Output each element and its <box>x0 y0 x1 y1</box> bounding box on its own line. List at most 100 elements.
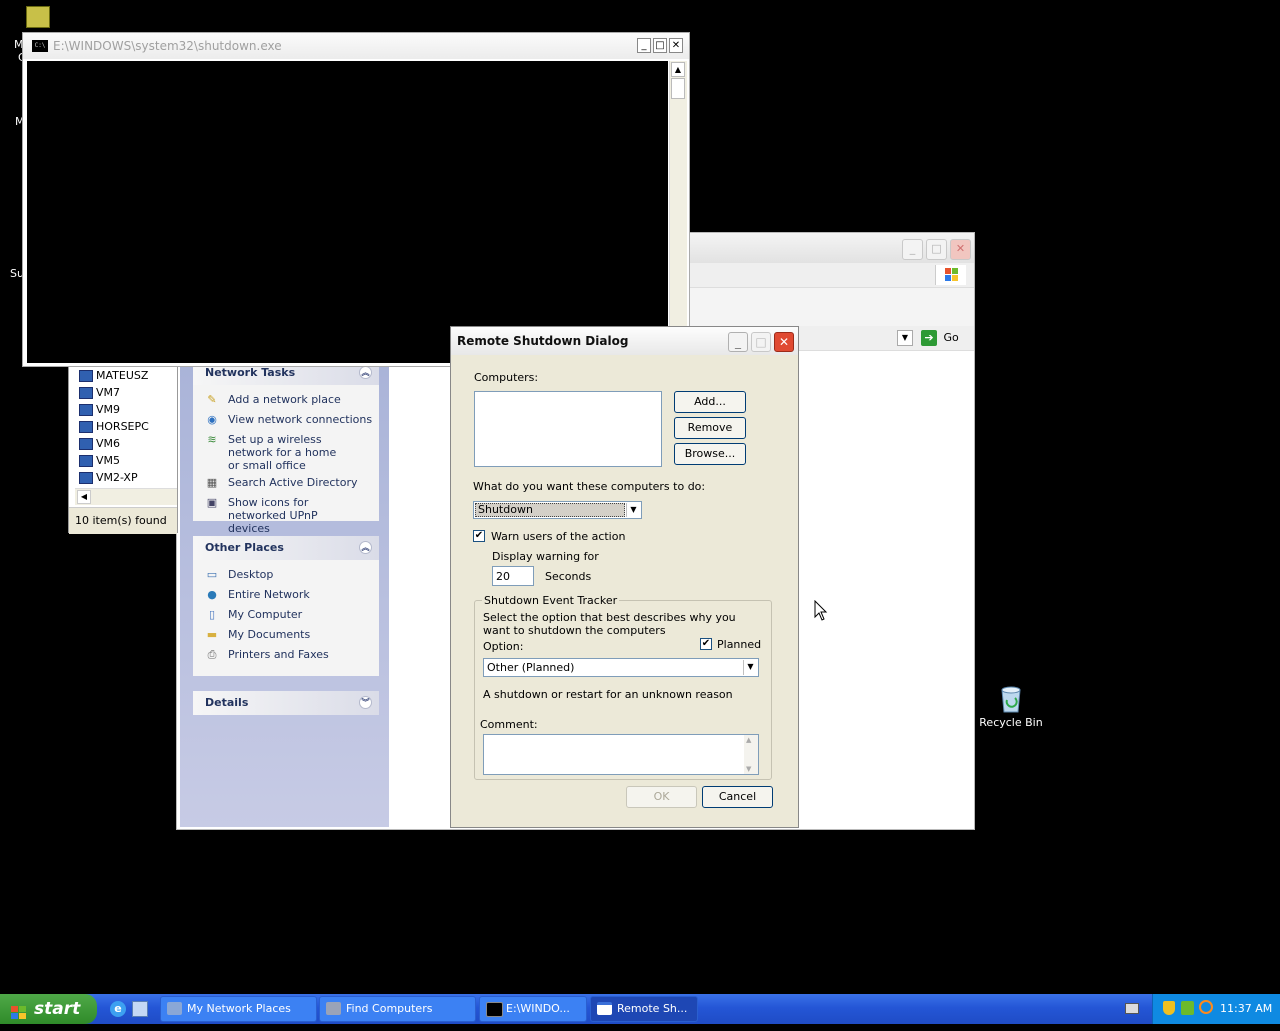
maximize-button[interactable]: □ <box>751 332 771 352</box>
details-header[interactable]: Details ︾ <box>193 691 379 715</box>
computer-icon <box>79 455 93 467</box>
scroll-down-icon[interactable]: ▼ <box>746 765 751 773</box>
cancel-button[interactable]: Cancel <box>702 786 773 808</box>
minimize-button[interactable]: _ <box>902 239 923 260</box>
find-computers-window[interactable]: MATEUSZ VM7 VM9 HORSEPC VM6 VM5 VM2-XP ◀… <box>68 360 178 534</box>
list-item[interactable]: VM6 <box>79 436 120 452</box>
computers-list[interactable] <box>474 391 662 467</box>
planned-checkbox[interactable]: ✔ <box>700 638 712 650</box>
go-label: Go <box>943 331 959 344</box>
recycle-bin[interactable]: Recycle Bin <box>976 684 1046 729</box>
windows-logo-icon <box>935 265 966 285</box>
clock: 11:37 AM <box>1220 1002 1273 1015</box>
address-dropdown-icon[interactable]: ▼ <box>897 330 913 346</box>
console-icon <box>486 1002 503 1017</box>
maximize-button[interactable]: □ <box>653 38 667 53</box>
task-show-upnp-icons[interactable]: ▣ Show icons for networked UPnP devices <box>193 496 358 535</box>
seconds-input[interactable]: 20 <box>492 566 534 586</box>
place-desktop[interactable]: ▭ Desktop <box>193 568 379 581</box>
comment-scrollbar[interactable]: ▲ ▼ <box>744 735 758 774</box>
expand-chevron-icon[interactable]: ︾ <box>359 696 372 709</box>
search-tray-icon[interactable] <box>1199 1000 1213 1014</box>
list-item[interactable]: MATEUSZ <box>79 368 148 384</box>
browse-button[interactable]: Browse... <box>674 443 746 465</box>
console-window[interactable]: C:\ E:\WINDOWS\system32\shutdown.exe _ □… <box>22 32 690 367</box>
remove-button[interactable]: Remove <box>674 417 746 439</box>
recycle-bin-icon <box>998 684 1024 714</box>
remote-shutdown-dialog[interactable]: Remote Shutdown Dialog _ □ ✕ Computers: … <box>450 326 799 828</box>
close-button[interactable]: ✕ <box>669 38 683 53</box>
taskbar-item-network-places[interactable]: My Network Places <box>160 996 317 1022</box>
comment-textarea[interactable]: ▲ ▼ <box>483 734 759 775</box>
maximize-button[interactable]: □ <box>926 239 947 260</box>
my-computer-icon: ▯ <box>208 608 216 621</box>
dropdown-arrow-icon[interactable]: ▼ <box>626 503 640 517</box>
start-button[interactable]: start <box>0 994 97 1024</box>
details-title: Details <box>205 696 249 709</box>
place-entire-network[interactable]: ● Entire Network <box>193 588 379 601</box>
horizontal-scrollbar[interactable]: ◀ <box>75 488 177 505</box>
place-printers-faxes[interactable]: ⎙ Printers and Faxes <box>193 648 379 661</box>
console-output[interactable] <box>27 61 668 363</box>
go-button[interactable]: ➔ Go <box>921 329 959 347</box>
task-setup-wireless[interactable]: ≋ Set up a wireless network for a home or… <box>193 433 348 472</box>
taskbar-item-console[interactable]: E:\WINDO... <box>479 996 587 1022</box>
list-item[interactable]: VM5 <box>79 453 120 469</box>
console-titlebar[interactable]: C:\ E:\WINDOWS\system32\shutdown.exe _ □… <box>23 33 689 59</box>
dropdown-arrow-icon[interactable]: ▼ <box>743 660 757 675</box>
close-button[interactable]: ✕ <box>774 332 794 352</box>
place-my-computer[interactable]: ▯ My Computer <box>193 608 379 621</box>
add-button[interactable]: Add... <box>674 391 746 413</box>
dialog-titlebar[interactable]: Remote Shutdown Dialog _ □ ✕ <box>451 327 798 355</box>
console-title: E:\WINDOWS\system32\shutdown.exe <box>53 39 282 53</box>
scroll-up-icon[interactable]: ▲ <box>671 62 685 77</box>
details-panel: Details ︾ <box>193 691 379 715</box>
network-tasks-title: Network Tasks <box>205 366 296 379</box>
scroll-left-icon[interactable]: ◀ <box>77 490 91 504</box>
option-select[interactable]: Other (Planned) ▼ <box>483 658 759 677</box>
vertical-scrollbar[interactable]: ▲ <box>669 61 687 363</box>
dialog-title: Remote Shutdown Dialog <box>457 334 629 348</box>
task-view-network-connections[interactable]: ◉ View network connections <box>193 413 379 426</box>
computer-icon <box>79 370 93 382</box>
collapse-chevron-icon[interactable]: ︽ <box>359 541 372 554</box>
list-item[interactable]: HORSEPC <box>79 419 149 435</box>
close-button[interactable]: ✕ <box>950 239 971 260</box>
option-label: Option: <box>483 640 524 653</box>
shutdown-event-tracker-group: Shutdown Event Tracker Select the option… <box>474 594 772 780</box>
network-tray-icon[interactable] <box>1181 1001 1194 1015</box>
taskbar-item-remote-shutdown[interactable]: Remote Sh... <box>590 996 698 1022</box>
list-item[interactable]: VM7 <box>79 385 120 401</box>
action-question-label: What do you want these computers to do: <box>473 480 706 493</box>
console-icon[interactable]: C:\ <box>32 40 48 52</box>
desktop-shortcut-icon[interactable] <box>26 6 50 28</box>
task-search-active-directory[interactable]: ▦ Search Active Directory <box>193 476 379 489</box>
windows-flag-icon <box>10 1001 28 1019</box>
collapse-chevron-icon[interactable]: ︽ <box>359 366 372 379</box>
wireless-network-icon: ≋ <box>207 433 217 446</box>
action-select[interactable]: Shutdown ▼ <box>473 501 642 519</box>
minimize-button[interactable]: _ <box>637 38 651 53</box>
action-select-value: Shutdown <box>475 503 625 517</box>
task-add-network-place[interactable]: ✎ Add a network place <box>193 393 379 406</box>
seconds-label: Seconds <box>545 570 592 583</box>
other-places-header[interactable]: Other Places ︽ <box>193 536 379 560</box>
security-shield-icon[interactable] <box>1163 1001 1175 1015</box>
quick-launch-ie-icon[interactable]: e <box>110 1001 126 1017</box>
warn-users-checkbox[interactable]: ✔ <box>473 530 485 542</box>
quick-launch-desktop-icon[interactable] <box>132 1001 148 1017</box>
list-item[interactable]: VM9 <box>79 402 120 418</box>
ok-button[interactable]: OK <box>626 786 697 808</box>
add-network-place-icon: ✎ <box>207 393 217 406</box>
network-places-icon <box>167 1002 182 1015</box>
option-select-value: Other (Planned) <box>487 661 575 674</box>
minimize-button[interactable]: _ <box>728 332 748 352</box>
list-item[interactable]: VM2-XP <box>79 470 138 486</box>
active-directory-icon: ▦ <box>206 476 218 489</box>
place-my-documents[interactable]: ▬ My Documents <box>193 628 379 641</box>
taskbar-item-find-computers[interactable]: Find Computers <box>319 996 476 1022</box>
scroll-up-icon[interactable]: ▲ <box>746 736 751 744</box>
keyboard-icon[interactable] <box>1125 1003 1139 1014</box>
display-warning-label: Display warning for <box>492 550 599 563</box>
scroll-thumb[interactable] <box>671 78 685 99</box>
